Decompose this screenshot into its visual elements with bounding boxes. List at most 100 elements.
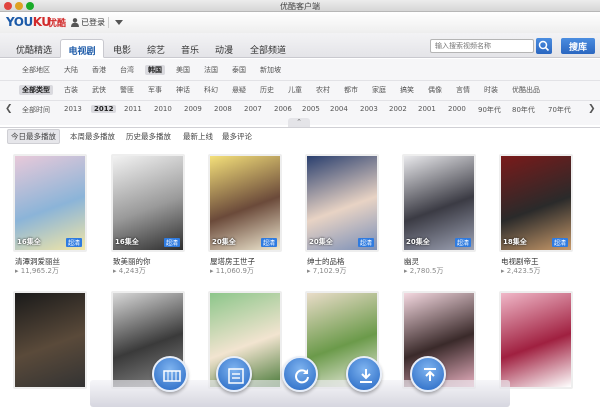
filter-year-item[interactable]: 2013 [64,105,82,113]
tab-anime[interactable]: 动漫 [210,39,238,58]
filter-genre-item[interactable]: 悬疑 [232,85,246,95]
brand-divider [108,17,109,28]
youku-logo[interactable]: YOUKU [6,15,51,29]
download-button[interactable] [346,356,382,392]
upload-button[interactable] [410,356,446,392]
play-count: ▸ 7,102.9万 [307,266,346,276]
tab-featured[interactable]: 优酷精选 [12,39,56,58]
hd-badge: 超清 [260,238,277,247]
filter-region-item[interactable]: 台湾 [120,65,134,75]
search-input[interactable] [430,39,534,53]
year-scroll-left-icon[interactable]: ❮ [5,104,13,114]
sort-most-comments[interactable]: 最多评论 [222,131,252,142]
brand-bar: YOUKU 优酷 已登录 [0,12,600,33]
filter-year-item[interactable]: 2008 [214,105,232,113]
play-count-value: 11,060.9万 [215,267,254,275]
filter-genre-item[interactable]: 科幻 [204,85,218,95]
sort-alltime-most-played[interactable]: 历史最多播放 [126,131,171,142]
genre-filter-row: 全部类型 古装 武侠 警匪 军事 神话 科幻 悬疑 历史 儿童 农村 都市 家庭… [0,80,600,97]
video-poster[interactable]: 20集全 超清 [208,154,282,252]
filter-genre-item[interactable]: 优酷出品 [512,85,540,95]
filter-genre-item[interactable]: 儿童 [288,85,302,95]
filter-genre-item[interactable]: 言情 [456,85,470,95]
tab-variety[interactable]: 综艺 [142,39,170,58]
filter-year-item[interactable]: 90年代 [478,105,501,115]
filter-genre-item[interactable]: 军事 [148,85,162,95]
refresh-icon [295,369,309,384]
video-poster[interactable]: 18集全 超清 [499,154,573,252]
play-count-value: 2,780.5万 [409,267,444,275]
video-poster[interactable]: 20集全 超清 [305,154,379,252]
filter-year-item[interactable]: 2005 [302,105,320,113]
filter-year-item[interactable]: 2000 [448,105,466,113]
window-title: 优酷客户端 [280,2,320,11]
episode-badge: 20集全 [212,238,236,246]
filter-panel: 全部地区 大陆 香港 台湾 韩国 美国 法国 泰国 新加坡 全部类型 古装 武侠… [0,59,600,125]
filter-year-item[interactable]: 全部时间 [22,105,50,115]
video-poster[interactable]: 16集全 超清 [111,154,185,252]
episode-badge: 20集全 [406,238,430,246]
play-count-value: 7,102.9万 [312,267,347,275]
filter-region-item[interactable]: 美国 [176,65,190,75]
filter-genre-item[interactable]: 偶像 [428,85,442,95]
sort-newest[interactable]: 最新上线 [183,131,213,142]
filter-region-item-selected[interactable]: 韩国 [145,65,165,75]
filter-genre-item[interactable]: 古装 [64,85,78,95]
filter-genre-item[interactable]: 神话 [176,85,190,95]
year-scroll-right-icon[interactable]: ❯ [588,104,596,114]
tab-music[interactable]: 音乐 [176,39,204,58]
user-icon [71,18,79,27]
video-poster[interactable]: 20集全 超清 [402,154,476,252]
filter-year-item[interactable]: 2010 [154,105,172,113]
film-list-button[interactable] [152,356,188,392]
play-count-value: 11,965.2万 [20,267,59,275]
filter-region-item[interactable]: 新加坡 [260,65,281,75]
login-status-button[interactable]: 已登录 [81,17,105,28]
filter-genre-item[interactable]: 搞笑 [400,85,414,95]
filter-year-item[interactable]: 2004 [330,105,348,113]
film-strip-icon [163,370,181,382]
filter-year-item[interactable]: 2009 [184,105,202,113]
tab-movies[interactable]: 电影 [108,39,136,58]
filter-genre-item[interactable]: 警匪 [120,85,134,95]
filter-region-item[interactable]: 法国 [204,65,218,75]
filter-genre-item[interactable]: 时装 [484,85,498,95]
filter-genre-item[interactable]: 家庭 [372,85,386,95]
play-count: ▸ 11,060.9万 [210,266,254,276]
play-count: ▸ 2,780.5万 [404,266,443,276]
search-icon-button[interactable] [536,38,552,54]
filter-year-item[interactable]: 2007 [244,105,262,113]
filter-year-item[interactable]: 2002 [389,105,407,113]
hd-badge: 超清 [551,238,568,247]
filter-year-item[interactable]: 2006 [274,105,292,113]
filter-year-item[interactable]: 2003 [360,105,378,113]
filter-region-item[interactable]: 香港 [92,65,106,75]
tab-tv-series[interactable]: 电视剧 [60,39,104,58]
playlist-button[interactable] [216,356,252,392]
sort-week-most-played[interactable]: 本周最多播放 [70,131,115,142]
episode-badge: 16集全 [115,238,139,246]
filter-region-item[interactable]: 全部地区 [22,65,50,75]
video-poster[interactable]: 16集全 超清 [13,154,87,252]
filter-genre-item[interactable]: 武侠 [92,85,106,95]
hd-badge: 超清 [65,238,82,247]
filter-year-item-selected[interactable]: 2012 [91,105,117,113]
filter-year-item[interactable]: 70年代 [548,105,571,115]
filter-region-item[interactable]: 大陆 [64,65,78,75]
filter-genre-item-selected[interactable]: 全部类型 [19,85,53,95]
filter-region-item[interactable]: 泰国 [232,65,246,75]
search-library-button[interactable]: 搜库 [561,38,595,54]
sort-bar: 今日最多播放 本周最多播放 历史最多播放 最新上线 最多评论 [0,127,600,144]
filter-year-item[interactable]: 2011 [124,105,142,113]
filter-genre-item[interactable]: 历史 [260,85,274,95]
filter-year-item[interactable]: 80年代 [512,105,535,115]
play-count: ▸ 4,243万 [113,266,146,276]
collapse-filters-button[interactable]: ⌃ [288,118,310,127]
sort-today-most-played[interactable]: 今日最多播放 [7,129,60,144]
filter-genre-item[interactable]: 农村 [316,85,330,95]
filter-year-item[interactable]: 2001 [418,105,436,113]
tab-all-channels[interactable]: 全部频道 [244,39,292,58]
dropdown-menu-icon[interactable] [115,19,123,26]
refresh-button[interactable] [282,356,318,392]
filter-genre-item[interactable]: 都市 [344,85,358,95]
